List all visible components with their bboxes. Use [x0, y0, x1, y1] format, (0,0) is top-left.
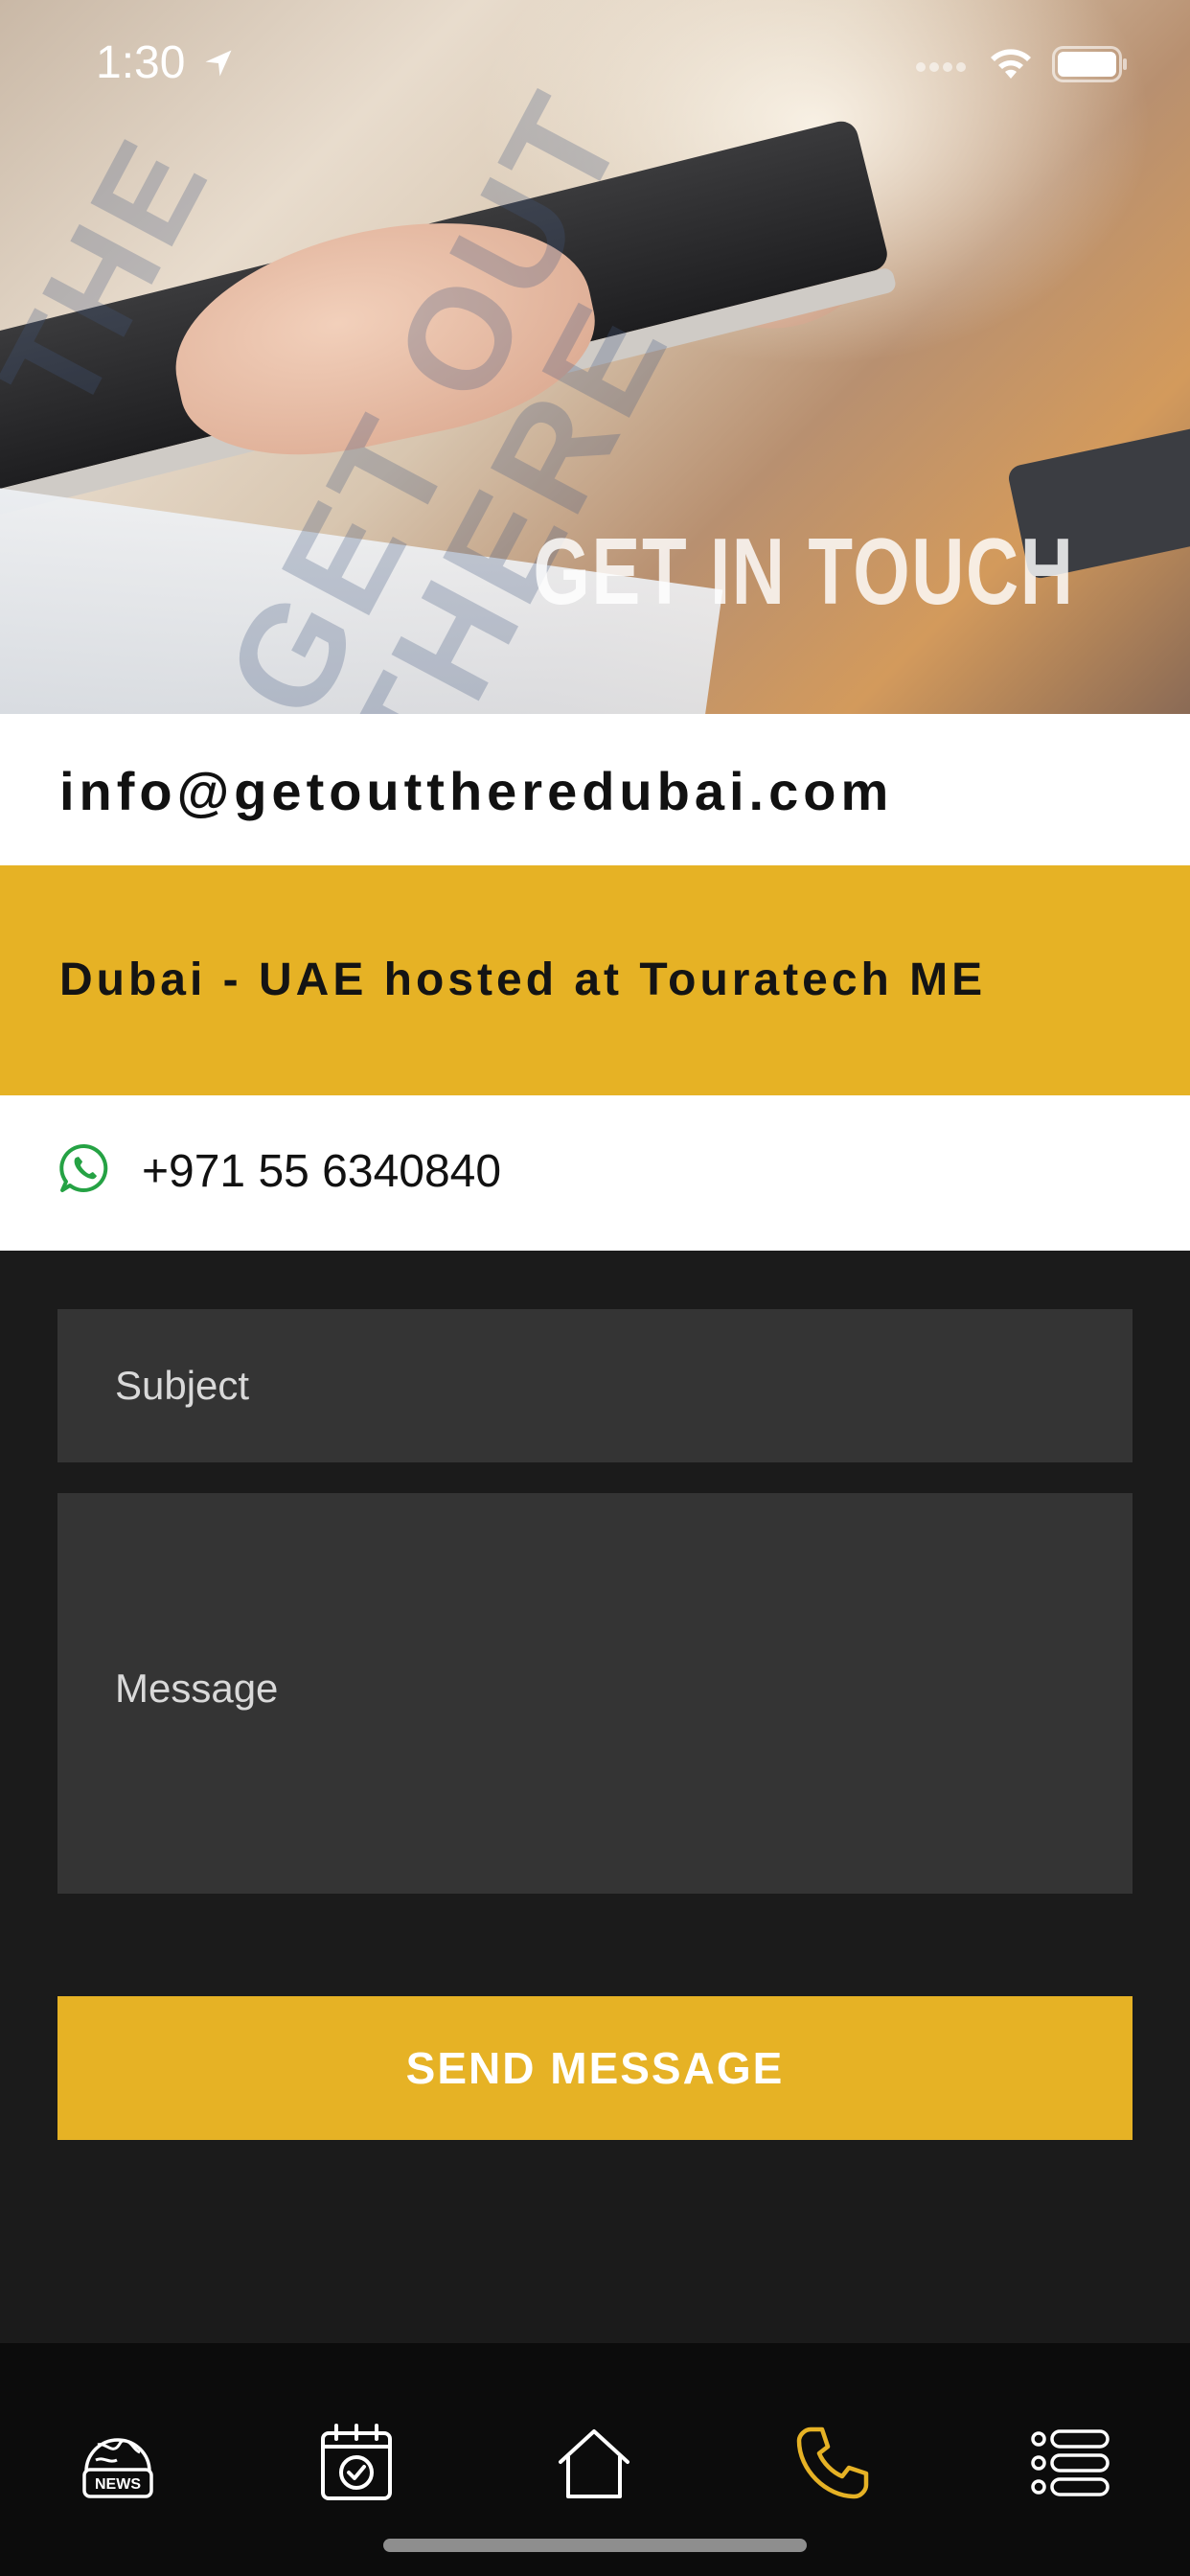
menu-list-icon [1031, 2429, 1110, 2496]
send-message-button[interactable]: SEND MESSAGE [57, 1996, 1133, 2140]
tab-contact[interactable] [780, 2410, 885, 2516]
phone-number[interactable]: +971 55 6340840 [142, 1145, 501, 1198]
tab-home[interactable] [541, 2410, 647, 2516]
hero-title: GET IN TOUCH [533, 518, 1075, 624]
phone-icon [796, 2426, 869, 2499]
tab-events[interactable] [304, 2410, 409, 2516]
tab-news-label: NEWS [95, 2476, 141, 2493]
message-input[interactable] [57, 1493, 1133, 1894]
tab-bar: NEWS [0, 2343, 1190, 2576]
email-row[interactable]: info@getouttheredubai.com [0, 714, 1190, 865]
wifi-icon [991, 49, 1031, 79]
tab-news[interactable]: NEWS [65, 2410, 171, 2516]
address-text: Dubai - UAE hosted at Touratech ME [59, 954, 987, 1005]
contact-form: SEND MESSAGE [0, 1251, 1190, 2343]
home-indicator [383, 2539, 807, 2552]
battery-icon [1052, 46, 1127, 82]
email-link[interactable]: info@getouttheredubai.com [59, 760, 893, 822]
home-icon [559, 2429, 629, 2498]
status-bar: 1:30 [0, 0, 1190, 126]
status-time: 1:30 [96, 37, 186, 88]
location-arrow-icon [205, 50, 232, 77]
whatsapp-icon [59, 1143, 108, 1192]
signal-icon [916, 62, 966, 72]
tab-menu[interactable] [1018, 2410, 1123, 2516]
address-row: Dubai - UAE hosted at Touratech ME [0, 865, 1190, 1095]
news-globe-icon: NEWS [82, 2438, 153, 2498]
phone-row[interactable]: +971 55 6340840 [0, 1095, 1190, 1251]
calendar-check-icon [321, 2424, 392, 2500]
subject-input[interactable] [57, 1309, 1133, 1462]
